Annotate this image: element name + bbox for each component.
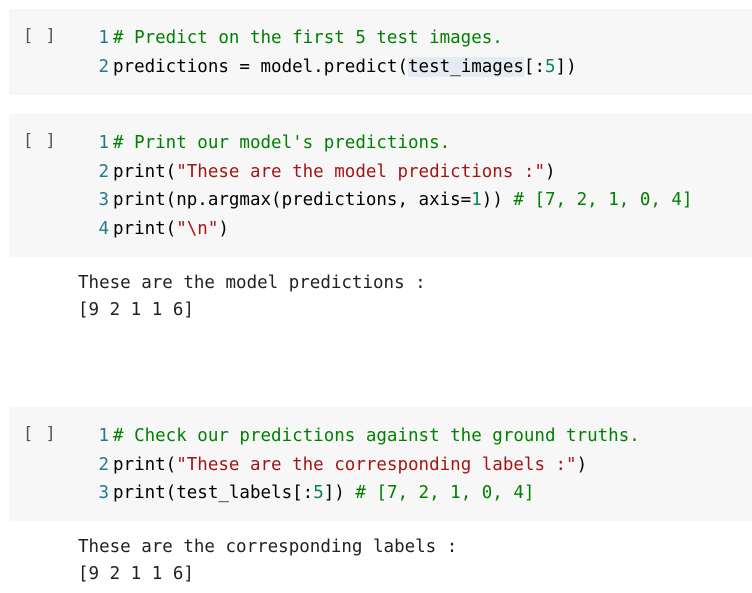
code-token: 1 — [471, 190, 482, 210]
code-token: predictions = model.predict( — [113, 56, 409, 77]
code-editor[interactable]: 1 # Check our predictions against the gro… — [91, 422, 640, 508]
code-token: ) — [544, 161, 556, 182]
code-token: ]) — [323, 483, 356, 503]
code-token: "These are the corresponding labels :" — [176, 454, 577, 475]
code-line[interactable]: 1 # Predict on the first 5 test images. — [91, 24, 577, 53]
code-token: ) — [218, 218, 229, 239]
code-token: # [7, 2, 1, 0, 4] — [355, 483, 535, 503]
code-line[interactable]: 2 predictions = model.predict(test_images… — [91, 53, 577, 82]
code-token: [: — [523, 56, 545, 77]
code-token: print( — [113, 161, 177, 182]
output-line: [9 2 1 1 6] — [78, 300, 194, 320]
code-line[interactable]: 1 # Check our predictions against the gro… — [91, 422, 640, 451]
code-token: print(np.argmax(predictions, axis= — [113, 190, 472, 210]
code-token: print( — [113, 218, 177, 239]
code-token: # [7, 2, 1, 0, 4] — [513, 190, 693, 210]
line-number: 2 — [98, 161, 109, 182]
output-line: These are the model predictions : — [78, 273, 426, 293]
code-cell-2[interactable]: [ ] 1 # Print our model's predictions. 2 pr… — [9, 114, 752, 257]
code-line[interactable]: 3 print(np.argmax(predictions, axis=1)) #… — [91, 186, 693, 215]
line-number: 2 — [98, 56, 109, 77]
line-number: 4 — [98, 218, 109, 239]
code-line[interactable]: 4 print("\n") — [91, 215, 693, 244]
code-line[interactable]: 1 # Print our model's predictions. — [91, 129, 693, 158]
code-line[interactable]: 3 print(test_labels[:5]) # [7, 2, 1, 0, 4… — [91, 479, 640, 508]
code-token: print( — [113, 454, 177, 475]
code-token: 5 — [545, 56, 556, 77]
line-number: 3 — [98, 190, 109, 210]
code-editor[interactable]: 1 # Predict on the first 5 test images. 2 p… — [91, 24, 577, 81]
output-line: [9 2 1 1 6] — [78, 564, 194, 584]
code-token: ) — [576, 454, 588, 475]
cell-output: These are the corresponding labels : [9 2… — [78, 534, 457, 588]
code-token: # Check our predictions against the grou… — [113, 426, 640, 446]
code-cell-3[interactable]: [ ] 1 # Check our predictions against the… — [9, 407, 752, 521]
line-number: 3 — [98, 483, 109, 503]
code-token: # Predict on the first 5 test images. — [113, 28, 503, 48]
output-line: These are the corresponding labels : — [78, 537, 458, 557]
line-number: 2 — [98, 454, 109, 475]
run-cell-button[interactable]: [ ] — [23, 22, 57, 50]
code-line[interactable]: 2 print("These are the model predictions … — [91, 158, 693, 187]
run-cell-button[interactable]: [ ] — [23, 127, 57, 155]
line-number: 1 — [98, 133, 109, 153]
code-token: # Print our model's predictions. — [113, 133, 451, 153]
code-token: "\n" — [176, 218, 219, 239]
code-token: 5 — [313, 483, 324, 503]
run-cell-button[interactable]: [ ] — [23, 420, 57, 448]
code-editor[interactable]: 1 # Print our model's predictions. 2 print(… — [91, 129, 693, 244]
line-number: 1 — [98, 426, 109, 446]
code-token: ]) — [555, 56, 577, 77]
code-token: )) — [481, 190, 514, 210]
code-token: "These are the model predictions :" — [176, 161, 545, 182]
cell-output: These are the model predictions : [9 2 1 … — [78, 270, 426, 324]
code-token: print(test_labels[: — [113, 483, 314, 503]
code-cell-1[interactable]: [ ] 1 # Predict on the first 5 test image… — [9, 9, 752, 95]
code-line[interactable]: 2 print("These are the corresponding labe… — [91, 451, 640, 480]
line-number: 1 — [98, 28, 109, 48]
code-token: test_images — [408, 56, 524, 77]
